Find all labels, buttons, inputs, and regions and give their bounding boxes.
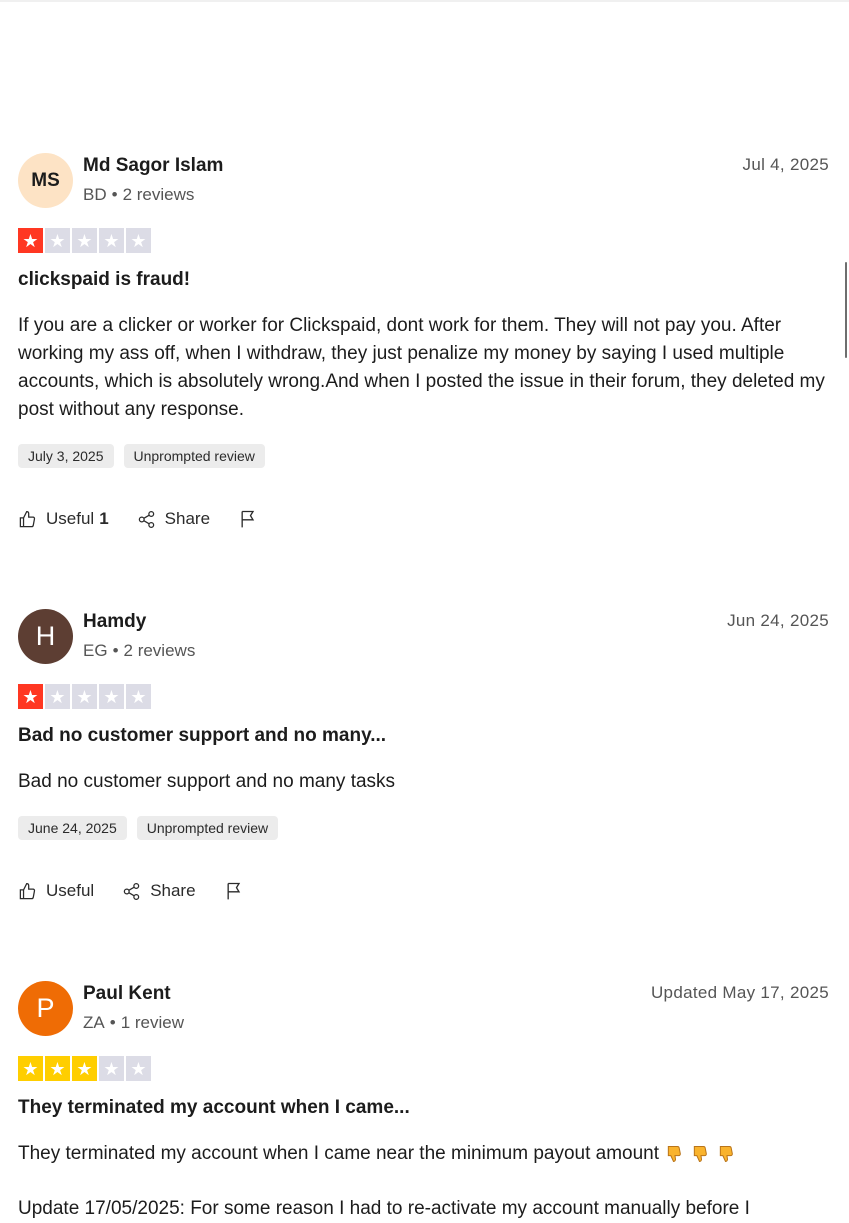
avatar[interactable]: H [18, 609, 73, 664]
separator-dot: • [109, 1013, 116, 1032]
star-icon: ★ [126, 1056, 151, 1081]
top-divider [0, 0, 849, 2]
star-icon: ★ [45, 684, 70, 709]
review-date: Updated May 17, 2025 [650, 983, 829, 1002]
avatar[interactable]: P [18, 981, 73, 1036]
experience-date-badge: July 3, 2025 [18, 444, 114, 468]
review-card: P Paul Kent ZA • 1 review Updated May 17, … [18, 981, 829, 1219]
unprompted-review-badge[interactable]: Unprompted review [136, 816, 279, 840]
reviewer-country: EG [83, 641, 108, 660]
flag-icon [227, 882, 240, 900]
share-label: Share [164, 509, 211, 528]
star-icon: ★ [126, 684, 151, 709]
reviewer-name[interactable]: Md Sagor Islam [83, 155, 223, 177]
star-icon: ★ [99, 228, 124, 253]
reviewer-meta: ZA • 1 review [83, 1013, 184, 1033]
reviewer-review-count: 2 reviews [123, 641, 196, 660]
share-icon [123, 882, 140, 900]
reviewer-name[interactable]: Hamdy [83, 611, 146, 633]
separator-dot: • [111, 185, 118, 204]
share-icon [138, 510, 154, 528]
review-body: Bad no customer support and no many task… [18, 771, 396, 792]
thumbs-down-emoji-group [665, 1144, 737, 1164]
experience-date-badge: June 24, 2025 [18, 816, 127, 840]
star-icon: ★ [99, 684, 124, 709]
reviewer-name[interactable]: Paul Kent [83, 983, 171, 1005]
useful-count: 1 [99, 509, 109, 528]
star-icon: ★ [18, 684, 43, 709]
star-rating: ★ ★ ★ ★ ★ [18, 228, 151, 253]
thumbs-down-icon [693, 1145, 707, 1162]
review-title[interactable]: They terminated my account when I came..… [18, 1097, 410, 1119]
star-icon: ★ [18, 1056, 43, 1081]
reviewer-country: ZA [83, 1013, 105, 1032]
review-card: MS Md Sagor Islam BD • 2 reviews Jul 4, 20… [18, 153, 829, 543]
star-icon: ★ [99, 1056, 124, 1081]
useful-label: Useful [46, 509, 95, 528]
review-title[interactable]: clickspaid is fraud! [18, 269, 190, 291]
review-body: They terminated my account when I came n… [18, 1140, 829, 1168]
review-card: H Hamdy EG • 2 reviews Jun 24, 2025 ★ ★ ★ … [18, 609, 829, 919]
share-button[interactable]: Share [122, 881, 196, 901]
thumbs-up-icon [19, 882, 36, 899]
review-date: Jul 4, 2025 [742, 155, 829, 174]
useful-label: Useful [46, 881, 95, 900]
thumbs-up-icon [19, 510, 36, 527]
review-body: If you are a clicker or worker for Click… [18, 315, 825, 420]
share-label: Share [150, 881, 196, 900]
review-tags: June 24, 2025 Unprompted review [18, 816, 279, 840]
review-actions: Useful 1 Share [18, 508, 286, 530]
star-icon: ★ [45, 228, 70, 253]
review-title[interactable]: Bad no customer support and no many... [18, 725, 386, 747]
reviewer-meta: BD • 2 reviews [83, 185, 194, 205]
thumbs-down-icon [719, 1145, 733, 1162]
useful-button[interactable]: Useful [18, 881, 94, 901]
review-tags: July 3, 2025 Unprompted review [18, 444, 265, 468]
useful-button[interactable]: Useful 1 [18, 509, 109, 529]
report-button[interactable] [224, 880, 244, 902]
avatar[interactable]: MS [18, 153, 73, 208]
star-rating: ★ ★ ★ ★ ★ [18, 1056, 151, 1081]
review-actions: Useful Share [18, 880, 272, 902]
reviewer-meta: EG • 2 reviews [83, 641, 195, 661]
reviewer-review-count: 1 review [120, 1013, 184, 1032]
star-icon: ★ [72, 684, 97, 709]
star-icon: ★ [72, 228, 97, 253]
flag-icon [241, 510, 255, 528]
separator-dot: • [112, 641, 119, 660]
star-rating: ★ ★ ★ ★ ★ [18, 684, 151, 709]
thumbs-down-icon [667, 1145, 681, 1162]
share-button[interactable]: Share [137, 509, 210, 529]
star-icon: ★ [72, 1056, 97, 1081]
review-date: Jun 24, 2025 [727, 611, 829, 630]
report-button[interactable] [238, 508, 258, 530]
unprompted-review-badge[interactable]: Unprompted review [123, 444, 265, 468]
star-icon: ★ [45, 1056, 70, 1081]
scrollbar-thumb[interactable] [845, 262, 847, 358]
star-icon: ★ [18, 228, 43, 253]
review-body-continued: Update 17/05/2025: For some reason I had… [18, 1198, 750, 1219]
reviewer-country: BD [83, 185, 107, 204]
reviewer-review-count: 2 reviews [122, 185, 195, 204]
review-body-text: They terminated my account when I came n… [18, 1143, 660, 1164]
star-icon: ★ [126, 228, 151, 253]
